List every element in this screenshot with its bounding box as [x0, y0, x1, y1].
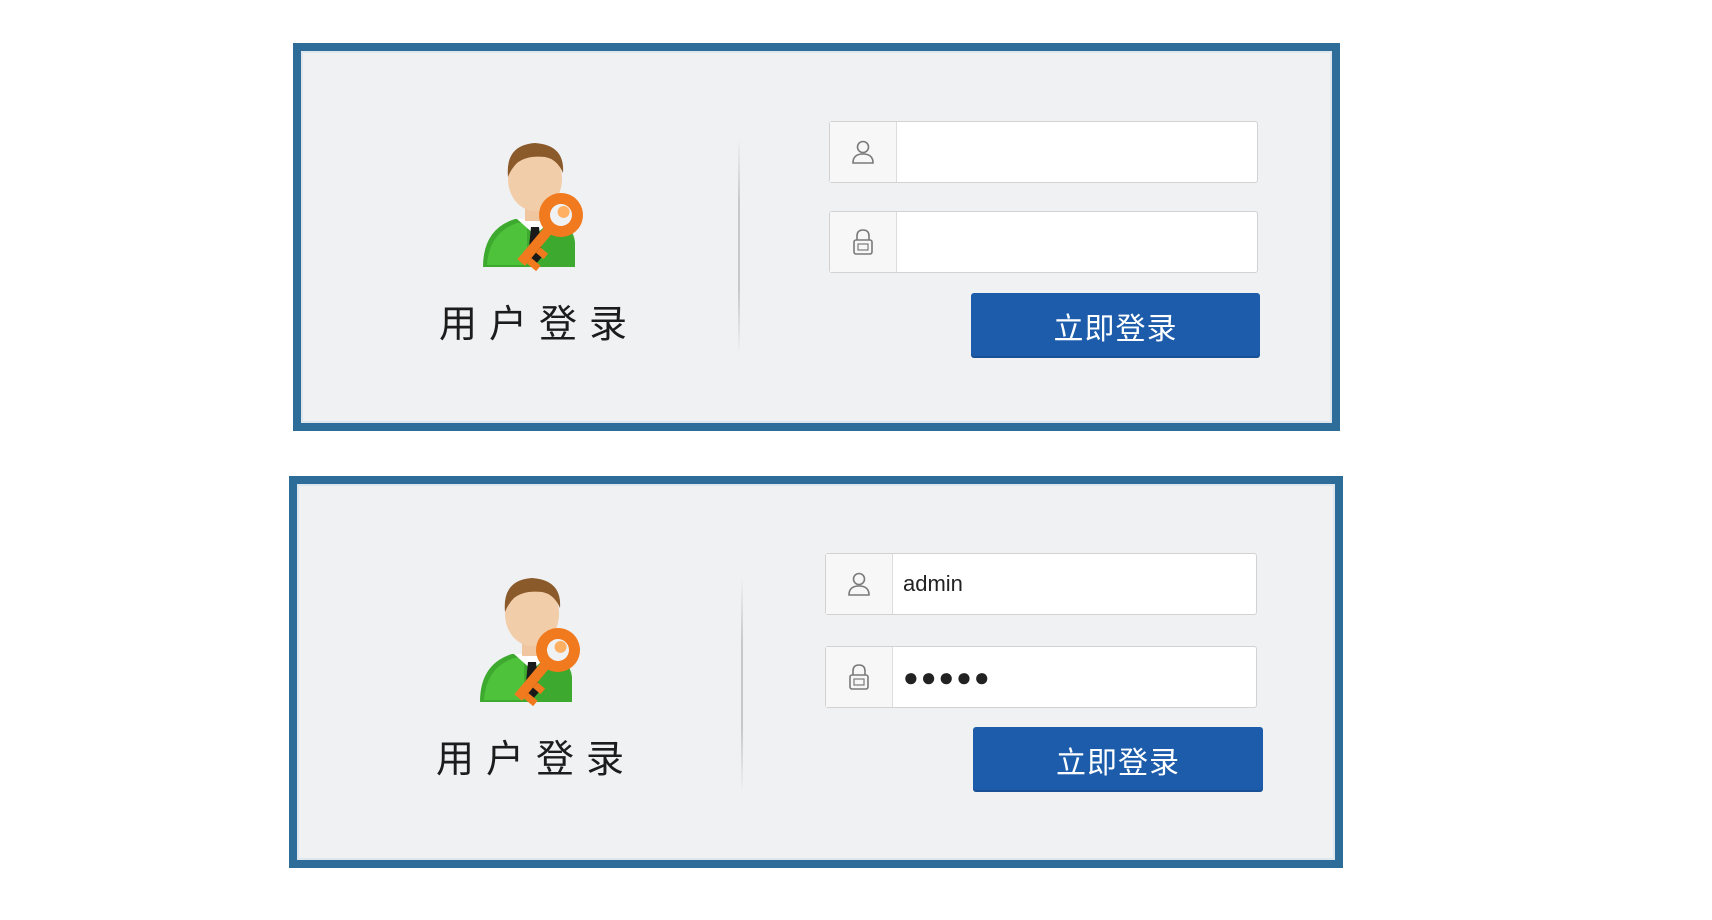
login-title: 用户登录 — [438, 302, 639, 346]
password-input[interactable] — [893, 647, 1256, 707]
user-icon — [826, 554, 893, 614]
user-key-icon — [483, 143, 583, 272]
login-button[interactable]: 立即登录 — [971, 293, 1260, 358]
username-field[interactable] — [825, 553, 1257, 615]
username-input[interactable] — [897, 122, 1257, 182]
login-panel-filled: 用户登录 立即登录 — [289, 476, 1343, 868]
lock-icon — [830, 212, 897, 272]
password-field[interactable] — [829, 211, 1258, 273]
login-panel-empty: 用户登录 立即登录 — [293, 43, 1340, 431]
username-input[interactable] — [893, 554, 1256, 614]
password-input[interactable] — [897, 212, 1257, 272]
password-field[interactable] — [825, 646, 1257, 708]
user-key-icon — [480, 578, 580, 707]
vertical-divider — [738, 139, 740, 354]
username-field[interactable] — [829, 121, 1258, 183]
user-icon — [830, 122, 897, 182]
vertical-divider — [741, 578, 743, 793]
login-button[interactable]: 立即登录 — [973, 727, 1263, 792]
login-title: 用户登录 — [435, 737, 636, 781]
login-brand: 用户登录 — [429, 117, 649, 357]
lock-icon — [826, 647, 893, 707]
login-brand: 用户登录 — [426, 552, 646, 792]
